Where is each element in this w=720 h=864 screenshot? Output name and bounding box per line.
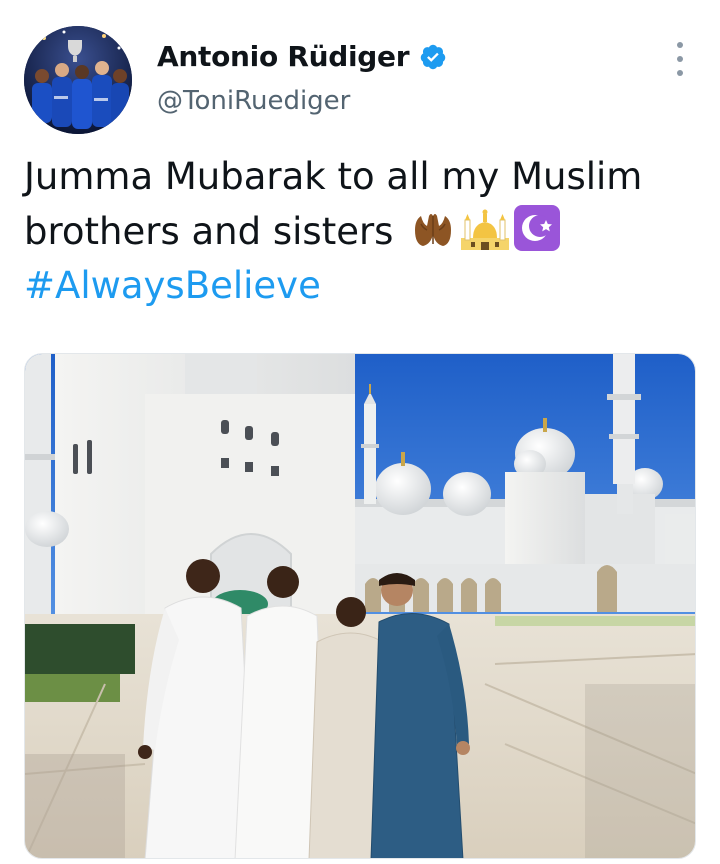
dot bbox=[677, 56, 683, 62]
author-name-row: Antonio Rüdiger bbox=[157, 40, 447, 73]
author-display-name[interactable]: Antonio Rüdiger bbox=[157, 40, 410, 73]
star-and-crescent-emoji-icon bbox=[514, 205, 561, 251]
avatar-photo bbox=[24, 26, 132, 134]
tweet-text-line-2-words: brothers and sisters bbox=[24, 210, 394, 253]
mosque-emoji-icon bbox=[461, 209, 510, 250]
mosque-group-photo bbox=[25, 354, 695, 858]
dot bbox=[677, 42, 683, 48]
verified-badge-icon bbox=[420, 44, 446, 69]
dot bbox=[677, 70, 683, 76]
author-avatar[interactable] bbox=[24, 26, 132, 134]
tweet-text-line-1: Jumma Mubarak to all my Muslim bbox=[24, 155, 643, 198]
palms-up-together-emoji-icon bbox=[415, 214, 452, 246]
tweet-photo[interactable] bbox=[24, 353, 696, 859]
tweet-text: Jumma Mubarak to all my Muslim brothers … bbox=[24, 150, 704, 313]
tweet-card: Antonio Rüdiger @ToniRuediger Jumma Muba… bbox=[0, 0, 720, 864]
hashtag-link[interactable]: #AlwaysBelieve bbox=[24, 259, 704, 313]
more-options-icon[interactable] bbox=[668, 42, 692, 76]
author-handle[interactable]: @ToniRuediger bbox=[157, 86, 350, 116]
tweet-text-line-2: brothers and sisters bbox=[24, 204, 704, 259]
